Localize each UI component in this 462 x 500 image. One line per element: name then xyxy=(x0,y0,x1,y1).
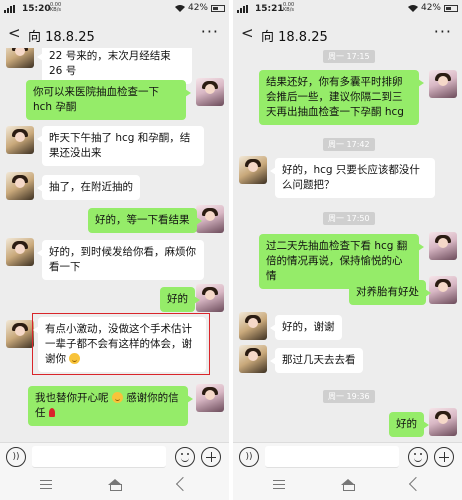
timestamp: 周一 19:36 xyxy=(323,390,375,403)
message-input[interactable] xyxy=(265,446,399,468)
chat-screen-right: 15:21 0.00 KB/s 42% < 向 18.8.25 ··· 周一 1… xyxy=(233,0,462,500)
more-dots-icon[interactable]: ··· xyxy=(434,22,452,41)
avatar[interactable] xyxy=(429,408,457,436)
message-list[interactable]: 周一 17:15 结果还好，你有多囊平时排卵会推后一些，建议你隔二到三天再出抽血… xyxy=(233,48,462,442)
chevron-left-icon[interactable]: < xyxy=(241,24,254,42)
menu-icon[interactable] xyxy=(40,480,52,489)
message-bubble[interactable]: 好的，谢谢 xyxy=(270,315,342,340)
avatar[interactable] xyxy=(6,126,34,154)
rose-emoji-icon xyxy=(48,408,55,417)
chat-header: < 向 18.8.25 ··· xyxy=(0,18,229,48)
message-bubble[interactable]: 我也替你开心呢 感谢你的信任 xyxy=(28,386,193,426)
message-text: 有点小激动，没做这个手术估计一辈子都不会有这样的体会，谢谢你 xyxy=(45,323,192,365)
wifi-icon xyxy=(174,5,185,12)
input-bar: )) xyxy=(0,442,229,470)
battery-percent: 42% xyxy=(187,3,208,13)
message-bubble[interactable]: 好的，等一下看结果 xyxy=(88,208,201,233)
avatar[interactable] xyxy=(429,276,457,304)
avatar[interactable] xyxy=(6,238,34,266)
chevron-left-icon[interactable]: < xyxy=(8,24,21,42)
plus-icon[interactable] xyxy=(434,447,454,467)
smile-emoji-icon xyxy=(69,353,81,364)
message-bubble[interactable]: 昨天下午抽了 hcg 和孕酮，结果还没出来 xyxy=(37,126,204,166)
status-time: 15:20 xyxy=(22,4,51,14)
timestamp: 周一 17:42 xyxy=(323,138,375,151)
message-bubble[interactable]: 抽了，在附近抽的 xyxy=(37,175,140,200)
back-icon[interactable] xyxy=(408,476,424,492)
avatar[interactable] xyxy=(196,284,224,312)
signal-icon xyxy=(237,5,248,13)
voice-icon[interactable]: )) xyxy=(6,447,26,467)
avatar[interactable] xyxy=(196,384,224,412)
message-bubble[interactable]: 那过几天去去看 xyxy=(270,348,363,373)
timestamp: 周一 17:15 xyxy=(323,50,375,63)
menu-icon[interactable] xyxy=(273,480,285,489)
status-bar: 15:21 0.00 KB/s 42% xyxy=(233,0,462,18)
avatar[interactable] xyxy=(239,312,267,340)
home-icon[interactable] xyxy=(341,479,355,491)
message-bubble[interactable]: 你可以来医院抽血检查一下 hch 孕酮 xyxy=(26,80,191,120)
message-bubble[interactable]: 好的 xyxy=(160,287,200,312)
avatar[interactable] xyxy=(239,345,267,373)
message-list[interactable]: 22 号来的，末次月经结束 26 号 你可以来医院抽血检查一下 hch 孕酮 昨… xyxy=(0,48,229,442)
network-speed: 0.00 KB/s xyxy=(50,2,62,13)
avatar[interactable] xyxy=(429,232,457,260)
status-bar: 15:20 0.00 KB/s 42% xyxy=(0,0,229,18)
system-nav-bar xyxy=(0,470,229,500)
message-bubble[interactable]: 有点小激动，没做这个手术估计一辈子都不会有这样的体会，谢谢你 xyxy=(33,317,206,372)
wifi-icon xyxy=(407,5,418,12)
chat-header: < 向 18.8.25 ··· xyxy=(233,18,462,48)
smile-emoji-icon xyxy=(111,392,123,403)
avatar[interactable] xyxy=(429,70,457,98)
battery-icon xyxy=(444,4,458,12)
message-input[interactable] xyxy=(32,446,166,468)
message-bubble[interactable]: 好的 xyxy=(389,412,429,437)
message-bubble[interactable]: 结果还好，你有多囊平时排卵会推后一些，建议你隔二到三天再出抽血检查一下孕酮 hc… xyxy=(259,70,424,125)
message-bubble[interactable]: 好的，到时候发给你看，麻烦你看一下 xyxy=(37,240,204,280)
voice-icon[interactable]: )) xyxy=(239,447,259,467)
more-dots-icon[interactable]: ··· xyxy=(201,22,219,41)
battery-icon xyxy=(211,4,225,12)
message-bubble[interactable]: 22 号来的，末次月经结束 26 号 xyxy=(37,48,192,84)
avatar[interactable] xyxy=(6,48,34,68)
signal-icon xyxy=(4,5,15,13)
back-icon[interactable] xyxy=(175,476,191,492)
status-time: 15:21 xyxy=(255,4,284,14)
chat-title: 向 18.8.25 xyxy=(261,30,328,45)
network-speed: 0.00 KB/s xyxy=(283,2,295,13)
avatar[interactable] xyxy=(239,156,267,184)
system-nav-bar xyxy=(233,470,462,500)
emoji-icon[interactable] xyxy=(175,447,195,467)
battery-percent: 42% xyxy=(420,3,441,13)
emoji-icon[interactable] xyxy=(408,447,428,467)
home-icon[interactable] xyxy=(108,479,122,491)
message-bubble[interactable]: 好的，hcg 只要长应该都没什么问题把？ xyxy=(270,158,435,198)
avatar[interactable] xyxy=(196,78,224,106)
message-bubble[interactable]: 对养胎有好处 xyxy=(349,280,431,305)
chat-screen-left: 15:20 0.00 KB/s 42% < 向 18.8.25 ··· 22 号… xyxy=(0,0,229,500)
message-text: 我也替你开心呢 xyxy=(35,392,109,404)
avatar[interactable] xyxy=(6,320,34,348)
avatar[interactable] xyxy=(6,172,34,200)
chat-title: 向 18.8.25 xyxy=(28,30,95,45)
timestamp: 周一 17:50 xyxy=(323,212,375,225)
input-bar: )) xyxy=(233,442,462,470)
plus-icon[interactable] xyxy=(201,447,221,467)
